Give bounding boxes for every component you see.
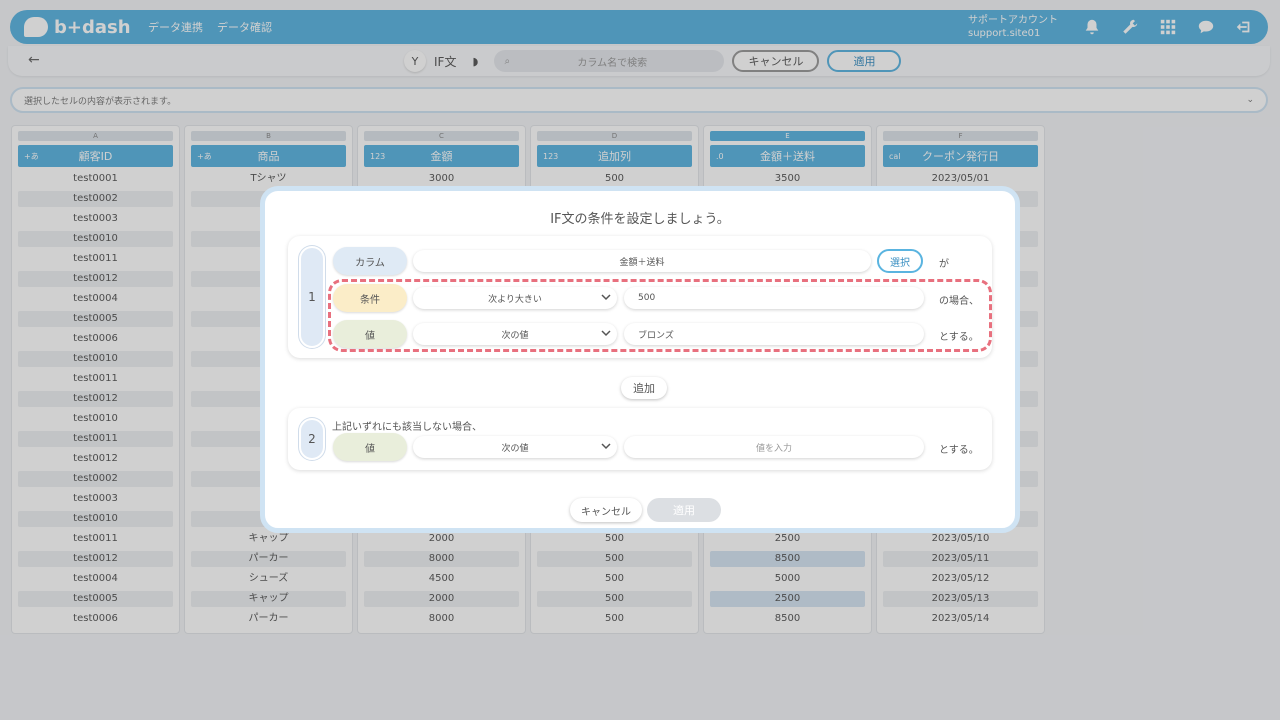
rule-number: 1 (299, 246, 325, 348)
column-label: カラム (333, 247, 407, 275)
if-condition-dialog: IF文の条件を設定しましょう。 1 カラム 金額＋送料 選択 が 条件 次より大… (260, 186, 1020, 533)
rule-card-1: 1 カラム 金額＋送料 選択 が 条件 次より大きい 500 の場合、 値 次の… (288, 236, 992, 358)
rule-card-2: 2 上記いずれにも該当しない場合、 値 次の値 値を入力 とする。 (288, 408, 992, 470)
select-column-button[interactable]: 選択 (877, 249, 923, 273)
else-value-type-select[interactable]: 次の値 (413, 436, 617, 458)
add-condition-button[interactable]: 追加 (621, 377, 667, 399)
column-suffix: が (939, 259, 949, 270)
column-value-field[interactable]: 金額＋送料 (413, 250, 871, 272)
else-value-type-text: 次の値 (501, 443, 529, 454)
dialog-apply-button[interactable]: 適用 (647, 498, 721, 522)
else-value-input[interactable]: 値を入力 (624, 436, 924, 458)
dialog-title: IF文の条件を設定しましょう。 (550, 212, 730, 227)
dialog-cancel-button[interactable]: キャンセル (570, 498, 642, 522)
else-hint: 上記いずれにも該当しない場合、 (332, 422, 482, 433)
rule-number: 2 (299, 418, 325, 460)
chevron-down-icon (601, 441, 611, 454)
else-value-suffix: とする。 (939, 445, 979, 456)
else-value-label: 値 (333, 433, 407, 461)
highlight-outline (328, 279, 992, 352)
